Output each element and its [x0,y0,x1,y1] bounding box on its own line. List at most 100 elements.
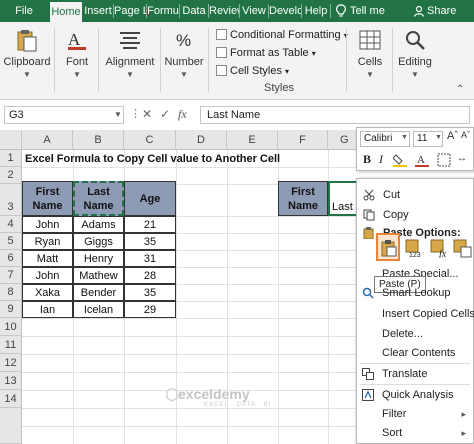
table-cell[interactable]: 31 [124,250,176,267]
lightbulb-icon[interactable] [336,4,346,18]
table-cell[interactable]: Ryan [22,233,73,250]
menu-item-clear-contents[interactable]: Clear Contents [356,343,474,363]
row-header[interactable]: 5 [0,233,22,250]
italic-icon[interactable]: I [379,152,383,167]
row-header[interactable]: 10 [0,318,22,336]
borders-icon[interactable] [437,153,451,167]
chevron-down-icon[interactable]: ▼ [435,134,442,141]
table-cell[interactable]: 28 [124,267,176,284]
name-box[interactable]: G3 [4,106,124,124]
row-header[interactable]: 9 [0,301,22,318]
menu-item-smart-lookup[interactable]: Smart Lookup [356,283,474,303]
paste-values-button[interactable]: 123 [402,233,426,261]
table-cell[interactable]: Mathew [73,267,124,284]
conditional-formatting-button[interactable]: Conditional Formatting ▾ [216,27,348,43]
cancel-icon[interactable]: ✕ [142,107,152,121]
table-cell[interactable]: 29 [124,301,176,318]
insert-function-button[interactable]: fx [178,107,187,122]
tab-review[interactable]: Review [209,0,239,22]
row-header[interactable]: 3 [0,184,22,216]
menu-item-delete[interactable]: Delete... [356,324,474,344]
tab-formulas[interactable]: Formu [147,0,179,22]
person-icon[interactable] [413,5,425,17]
column-header[interactable]: C [124,130,176,150]
sheet-title[interactable]: Excel Formula to Copy Cell value to Anot… [25,151,280,167]
cell-styles-button[interactable]: Cell Styles ▾ [216,63,289,79]
row-header[interactable]: 8 [0,284,22,301]
table-header-cell[interactable]: First Name [22,181,73,216]
row-header[interactable]: 4 [0,216,22,233]
destination-header-cell[interactable]: First Name [278,181,328,216]
formula-input[interactable]: Last Name [200,106,470,124]
bold-icon[interactable]: B [363,152,371,167]
share-button[interactable]: Share [427,0,467,22]
row-header[interactable]: 13 [0,372,22,390]
alignment-button[interactable]: Alignment ▼ [102,22,158,94]
table-cell[interactable]: Giggs [73,233,124,250]
menu-item-insert-copied-cells[interactable]: Insert Copied Cells... [356,304,474,324]
column-header[interactable]: E [227,130,278,150]
format-as-table-button[interactable]: Format as Table ▾ [216,45,316,61]
select-all-corner[interactable] [0,130,22,150]
tab-data[interactable]: Data [180,0,208,22]
tab-developer[interactable]: Develo [269,0,301,22]
table-cell[interactable]: Bender [73,284,124,301]
row-header[interactable]: 14 [0,390,22,408]
copied-header-cell[interactable]: Last Name [73,181,124,216]
enter-icon[interactable]: ✓ [160,107,170,121]
decrease-font-icon[interactable]: Aˇ [461,130,470,140]
menu-item-sort[interactable]: Sort ▸ [356,423,474,443]
table-cell[interactable]: 35 [124,284,176,301]
number-button[interactable]: % Number ▼ [164,22,204,94]
tab-help[interactable]: Help [302,0,330,22]
table-cell[interactable]: John [22,216,73,233]
paste-formulas-button[interactable]: fx [427,233,451,261]
menu-item-translate[interactable]: Translate [356,364,474,384]
editing-button[interactable]: Editing ▼ [394,22,436,94]
fill-color-icon[interactable] [393,153,409,167]
tab-insert[interactable]: Insert [83,0,113,22]
table-cell[interactable]: 35 [124,233,176,250]
chevron-down-icon[interactable]: ▼ [114,110,122,119]
paste-button[interactable] [376,233,400,261]
table-cell[interactable]: Ian [22,301,73,318]
row-header[interactable]: 1 [0,150,22,167]
cells-button[interactable]: Cells ▼ [350,22,390,94]
tab-file[interactable]: File [0,0,48,22]
row-header[interactable]: 7 [0,267,22,284]
merge-icon[interactable]: ↔ [457,153,467,164]
table-cell[interactable]: 21 [124,216,176,233]
table-header-cell[interactable]: Age [124,181,176,216]
menu-item-filter[interactable]: Filter ▸ [356,404,474,424]
table-cell[interactable]: Icelan [73,301,124,318]
menu-item-copy[interactable]: Copy [357,205,474,225]
font-color-icon[interactable]: A [415,153,429,167]
table-cell[interactable]: Matt [22,250,73,267]
increase-font-icon[interactable]: Aˆ [447,130,458,142]
tab-view[interactable]: View [240,0,268,22]
table-cell[interactable]: John [22,267,73,284]
row-header[interactable]: 11 [0,336,22,354]
collapse-ribbon-icon[interactable]: ⌃ [456,84,464,95]
menu-item-cut[interactable]: Cut [357,185,474,205]
column-header[interactable]: D [176,130,227,150]
tab-page-layout[interactable]: Page L [114,0,146,22]
menu-item-quick-analysis[interactable]: Quick Analysis [356,385,474,405]
row-header[interactable]: 12 [0,354,22,372]
table-cell[interactable]: Henry [73,250,124,267]
column-header[interactable]: B [73,130,124,150]
cells-icon [359,30,381,50]
row-header[interactable]: 2 [0,167,22,184]
tell-me-box[interactable]: Tell me [350,0,390,22]
column-header[interactable]: A [22,130,73,150]
clipboard-button[interactable]: Clipboard ▼ [2,22,52,94]
font-button[interactable]: A Font ▼ [58,22,96,94]
table-cell[interactable]: Adams [73,216,124,233]
chevron-down-icon[interactable]: ▼ [401,134,408,141]
table-cell[interactable]: Xaka [22,284,73,301]
active-cell[interactable]: Last N [328,181,358,216]
paste-formatting-button[interactable] [450,233,474,261]
tab-home[interactable]: Home [50,2,82,22]
row-header[interactable]: 6 [0,250,22,267]
column-header[interactable]: F [278,130,328,150]
